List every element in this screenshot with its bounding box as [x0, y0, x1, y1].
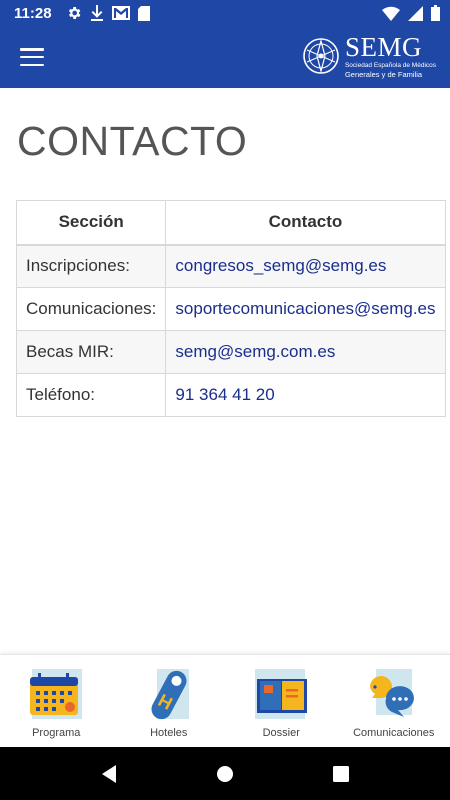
hotel-tag-icon: H [151, 669, 189, 720]
table-row: Comunicaciones: soportecomunicaciones@se… [15, 287, 446, 331]
wifi-icon [382, 6, 400, 21]
brand-name: SEMG [344, 32, 422, 62]
nav-label-hoteles: Hoteles [150, 727, 188, 739]
nav-label-comunicaciones: Comunicaciones [353, 727, 435, 739]
battery-icon [431, 5, 440, 21]
phone-link[interactable]: 91 364 41 20 [165, 373, 446, 417]
row-section-label: Comunicaciones: [15, 287, 167, 331]
status-bar: 11:28 [0, 0, 450, 26]
table-row: Inscripciones: congresos_semg@semg.es [15, 244, 446, 288]
chat-bubbles-icon [369, 669, 414, 717]
nav-label-programa: Programa [32, 727, 81, 739]
app-bar: SEMG Sociedad Española de Médicos Genera… [0, 26, 450, 88]
email-link-becas-mir[interactable]: semg@semg.com.es [165, 330, 446, 374]
gmail-icon [111, 6, 130, 20]
settings-gear-icon [66, 5, 82, 21]
hamburger-icon [20, 48, 44, 66]
nav-item-dossier[interactable]: Dossier [225, 655, 338, 747]
header-contact: Contacto [165, 200, 446, 246]
nav-item-programa[interactable]: Programa [0, 655, 113, 747]
row-section-label: Becas MIR: [15, 330, 167, 374]
row-section-label: Teléfono: [15, 373, 167, 417]
semg-emblem-icon [303, 38, 339, 74]
header-section: Sección [15, 200, 167, 246]
book-icon [255, 669, 308, 719]
nav-label-dossier: Dossier [262, 727, 300, 739]
page-title: CONTACTO [17, 118, 248, 164]
home-circle-icon [217, 765, 233, 782]
contact-table: Sección Contacto Inscripciones: congreso… [15, 200, 446, 417]
home-button[interactable] [213, 762, 237, 786]
recents-square-icon [333, 765, 349, 782]
nav-item-comunicaciones[interactable]: Comunicaciones [338, 655, 450, 747]
menu-button[interactable] [0, 26, 64, 88]
calendar-icon [30, 669, 83, 719]
system-navigation-bar [0, 747, 450, 800]
signal-icon [408, 5, 423, 21]
brand-subtitle-2: Generales y de Familia [344, 69, 423, 79]
table-row: Teléfono: 91 364 41 20 [15, 373, 446, 417]
email-link-inscripciones[interactable]: congresos_semg@semg.es [165, 244, 446, 288]
table-header-row: Sección Contacto [15, 200, 446, 246]
sd-card-icon [137, 5, 150, 21]
table-row: Becas MIR: semg@semg.com.es [15, 330, 446, 374]
brand-subtitle-1: Sociedad Española de Médicos [344, 62, 436, 69]
semg-logo: SEMG Sociedad Española de Médicos Genera… [301, 34, 436, 78]
bottom-navigation: Programa H Hoteles Dossier Comunicacione… [0, 654, 450, 747]
recents-button[interactable] [329, 762, 353, 786]
main-content: CONTACTO Sección Contacto Inscripciones:… [0, 88, 450, 654]
status-time: 11:28 [14, 4, 52, 22]
back-triangle-icon [102, 764, 116, 783]
row-section-label: Inscripciones: [15, 244, 167, 288]
back-button[interactable] [97, 762, 121, 786]
email-link-comunicaciones[interactable]: soportecomunicaciones@semg.es [165, 287, 446, 331]
nav-item-hoteles[interactable]: H Hoteles [113, 655, 226, 747]
download-icon [90, 5, 104, 21]
